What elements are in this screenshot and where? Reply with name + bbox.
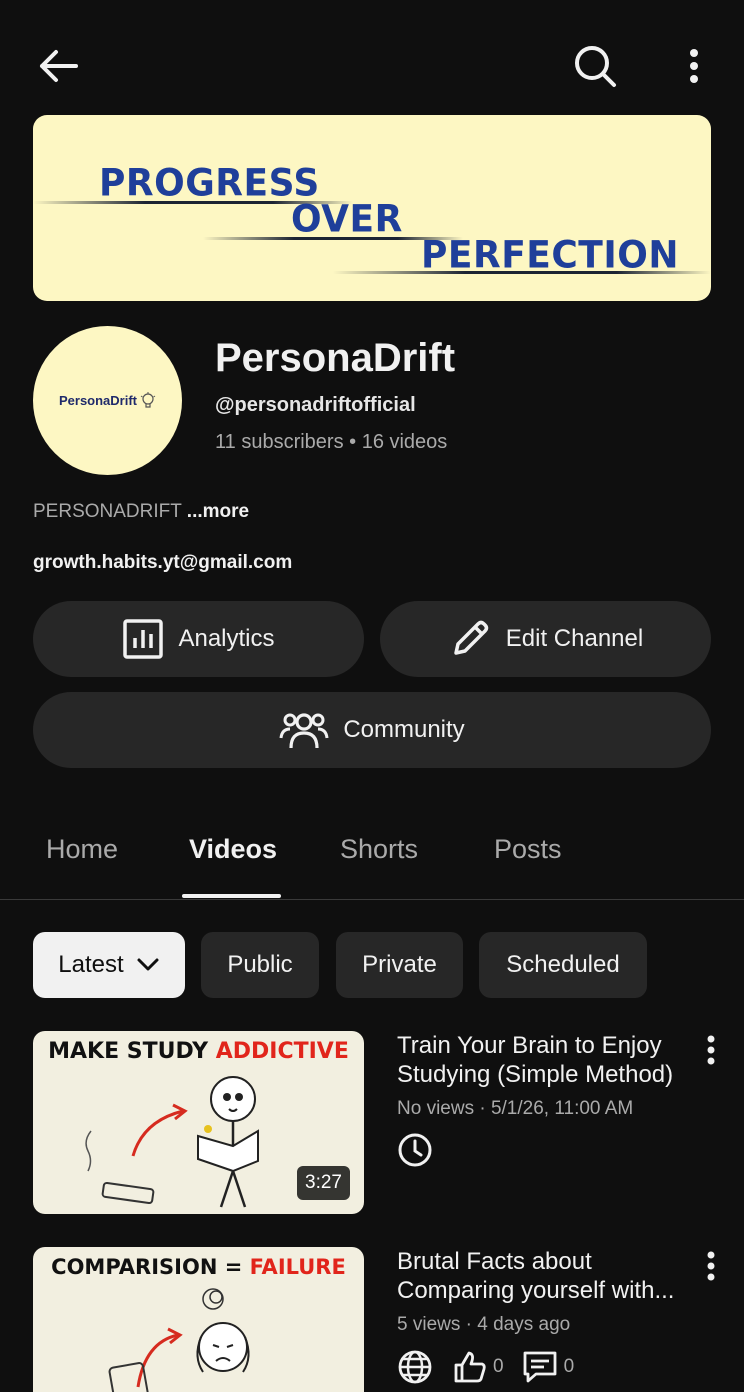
community-label: Community bbox=[343, 716, 465, 743]
channel-email[interactable]: growth.habits.yt@gmail.com bbox=[33, 552, 292, 574]
avatar-logo-text: PersonaDrift bbox=[58, 393, 138, 408]
video-meta: No views · 5/1/26, 11:00 AM bbox=[397, 1098, 634, 1119]
analytics-button[interactable]: Analytics bbox=[33, 601, 364, 677]
comment-icon bbox=[523, 1351, 556, 1383]
channel-avatar[interactable]: PersonaDrift bbox=[33, 326, 182, 475]
vertical-dots-icon bbox=[690, 49, 698, 83]
analytics-icon bbox=[123, 619, 164, 659]
filter-chip-public[interactable]: Public bbox=[201, 932, 319, 998]
lightbulb-icon bbox=[140, 391, 156, 408]
video-title[interactable]: Train Your Brain to Enjoy Studying (Simp… bbox=[397, 1031, 692, 1089]
banner-text-line-2: OVER bbox=[291, 197, 403, 242]
channel-name: PersonaDrift bbox=[215, 336, 456, 380]
back-arrow-icon bbox=[40, 50, 78, 82]
globe-icon bbox=[398, 1350, 432, 1384]
description-text: PERSONADRIFT bbox=[33, 501, 182, 522]
like-count: 0 bbox=[493, 1356, 504, 1377]
channel-banner: PROGRESS OVER PERFECTION bbox=[33, 115, 711, 301]
channel-description[interactable]: PERSONADRIFT ...more bbox=[33, 501, 249, 523]
clock-icon bbox=[398, 1133, 432, 1167]
active-tab-indicator bbox=[182, 894, 281, 898]
back-button[interactable] bbox=[30, 40, 86, 92]
filter-chip-latest-label: Latest bbox=[58, 951, 124, 978]
people-icon bbox=[279, 713, 329, 749]
video-duration: 3:27 bbox=[297, 1166, 350, 1200]
tab-videos[interactable]: Videos bbox=[189, 834, 277, 865]
video-options-button[interactable] bbox=[696, 1251, 726, 1285]
video-thumbnail[interactable]: COMPARISION = FAILURE bbox=[33, 1247, 364, 1392]
video-meta: 5 views · 4 days ago bbox=[397, 1314, 571, 1335]
edit-channel-label: Edit Channel bbox=[505, 625, 644, 652]
thumbs-up-icon bbox=[454, 1351, 486, 1383]
vertical-dots-icon bbox=[707, 1035, 715, 1065]
video-options-button[interactable] bbox=[696, 1035, 726, 1069]
vertical-dots-icon bbox=[707, 1251, 715, 1281]
channel-stats: 11 subscribers • 16 videos bbox=[215, 431, 448, 453]
filter-chip-latest[interactable]: Latest bbox=[33, 932, 185, 998]
search-icon bbox=[575, 46, 616, 87]
channel-handle: @personadriftofficial bbox=[215, 394, 416, 416]
edit-channel-button[interactable]: Edit Channel bbox=[380, 601, 711, 677]
search-button[interactable] bbox=[568, 40, 622, 92]
video-list-item[interactable]: MAKE STUDY ADDICTIVE 3:27 Train Your Bra… bbox=[0, 1031, 744, 1221]
chevron-down-icon bbox=[137, 958, 159, 971]
banner-text-line-3: PERFECTION bbox=[421, 233, 679, 278]
banner-text-line-1: PROGRESS bbox=[99, 161, 320, 206]
community-button[interactable]: Community bbox=[33, 692, 711, 768]
top-app-bar bbox=[0, 0, 744, 115]
tab-shorts[interactable]: Shorts bbox=[340, 834, 418, 865]
pencil-icon bbox=[454, 620, 489, 655]
video-thumbnail[interactable]: MAKE STUDY ADDICTIVE 3:27 bbox=[33, 1031, 364, 1214]
filter-chip-scheduled[interactable]: Scheduled bbox=[479, 932, 647, 998]
thumbnail-illustration bbox=[108, 1288, 250, 1392]
tab-home[interactable]: Home bbox=[46, 834, 118, 865]
tab-posts[interactable]: Posts bbox=[494, 834, 562, 865]
more-options-button[interactable] bbox=[672, 40, 716, 92]
filter-chip-private[interactable]: Private bbox=[336, 932, 463, 998]
video-title[interactable]: Brutal Facts about Comparing yourself wi… bbox=[397, 1247, 692, 1305]
video-stats-row: 0 0 bbox=[397, 1348, 574, 1386]
channel-tabs: Home Videos Shorts Posts bbox=[0, 810, 744, 900]
analytics-label: Analytics bbox=[178, 625, 275, 652]
video-list-item[interactable]: COMPARISION = FAILURE Brutal Facts about… bbox=[0, 1247, 744, 1392]
more-link[interactable]: ...more bbox=[187, 501, 249, 522]
comment-count: 0 bbox=[563, 1356, 575, 1377]
